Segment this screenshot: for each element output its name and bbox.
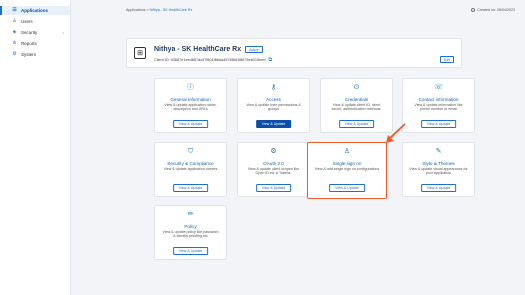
app-header-card: ⊞ Nithya - SK HealthCare Rx Active Clien…: [126, 38, 462, 68]
card-description: View & update application name, descript…: [164, 102, 217, 111]
pencil-icon: ✏: [187, 211, 194, 218]
topbar: Applications > Nithya - SK HealthCare Rx…: [71, 0, 525, 20]
card-description: View & update client ID, client secret, …: [331, 102, 382, 111]
card-general-information: ⓘ General information View & update appl…: [154, 78, 227, 133]
clock-icon: [471, 8, 476, 12]
card-oauth: ⚙ OAuth 2.0 View & update client scopes …: [237, 142, 310, 197]
copy-icon[interactable]: ⧉: [268, 57, 272, 63]
sso-users-icon: ♙: [343, 148, 351, 155]
brush-icon: ✎: [435, 148, 442, 155]
sidebar-item-reports[interactable]: ⋔ Reports: [0, 39, 70, 48]
sidebar-item-label: Reports: [21, 41, 37, 46]
key-icon: ⚷: [270, 84, 277, 91]
card-description: View & update visual appearance for your…: [409, 166, 468, 175]
card-description: View & update policy like password & ide…: [162, 229, 219, 238]
edit-button[interactable]: Edit: [440, 56, 454, 63]
card-title: Credentials: [344, 97, 369, 102]
breadcrumb-root[interactable]: Applications: [126, 8, 145, 12]
card-title: Style & Themes: [422, 161, 455, 166]
card-title: Single sign on: [332, 161, 362, 166]
sidebar-item-system[interactable]: ⚙ System: [0, 50, 70, 59]
gear-icon: ⚙: [12, 51, 17, 57]
sidebar-item-applications[interactable]: ☰ Applications: [0, 6, 70, 15]
main-content: Applications > Nithya - SK HealthCare Rx…: [71, 0, 525, 295]
annotation-arrow-icon: [386, 123, 406, 143]
contact-icon: ☏: [434, 84, 443, 91]
status-badge: Active: [245, 46, 263, 53]
oauth-gear-icon: ⚙: [270, 148, 277, 155]
view-update-button[interactable]: View & Update: [338, 120, 375, 128]
card-access: ⚷ Access View & update user permissions …: [237, 78, 310, 133]
info-icon: ⓘ: [187, 84, 194, 91]
sidebar-item-label: System: [21, 52, 37, 57]
app-grid-icon: ⊞: [134, 47, 146, 59]
list-icon: ☰: [12, 7, 17, 13]
app-title-text: Nithya - SK HealthCare Rx: [154, 46, 242, 53]
view-update-button[interactable]: View & Update: [255, 184, 292, 192]
breadcrumb-separator: >: [146, 8, 149, 12]
sidebar-item-label: Users: [21, 19, 33, 24]
card-title: Contact information: [418, 97, 459, 102]
client-id: Client ID: 54687e1eed857dc57f801f8b6a457…: [154, 57, 272, 63]
card-style-themes: ✎ Style & Themes View & update visual ap…: [402, 142, 475, 197]
chart-icon: ⋔: [12, 40, 17, 46]
sidebar-item-label: Applications: [21, 8, 49, 13]
created-text: Created on: 28/04/2023: [477, 8, 515, 12]
card-security-compliance: ⛉ Security & Compliance View & update ap…: [154, 142, 227, 197]
card-title: Access: [266, 97, 281, 102]
view-update-button[interactable]: View & Update: [172, 184, 209, 192]
view-update-button[interactable]: View & Update: [420, 184, 457, 192]
view-update-button[interactable]: View & Update: [172, 120, 209, 128]
card-description: View & update information like phone num…: [414, 102, 463, 111]
sidebar-item-users[interactable]: ♙ Users: [0, 17, 70, 26]
view-update-button[interactable]: View & Update: [420, 120, 457, 128]
card-credentials: ⊙ Credentials View & update client ID, c…: [320, 78, 393, 133]
breadcrumb: Applications > Nithya - SK HealthCare Rx: [126, 8, 192, 12]
shield-icon: ◈: [12, 29, 17, 35]
shield-check-icon: ⛉: [187, 148, 194, 155]
user-icon: ♙: [12, 18, 17, 24]
card-description: View & update application owners: [163, 166, 218, 171]
card-single-sign-on: ♙ Single sign on View & add single sign …: [307, 142, 387, 199]
breadcrumb-current[interactable]: Nithya - SK HealthCare Rx: [150, 8, 193, 12]
card-title: Security & Compliance: [167, 161, 214, 166]
card-description: View & update user permissions & groups: [246, 102, 301, 111]
card-contact-information: ☏ Contact information View & update info…: [402, 78, 475, 133]
sidebar-item-security[interactable]: ◈ Security ›: [0, 28, 70, 37]
created-date: Created on: 28/04/2023: [471, 8, 515, 12]
card-description: View & update client scopes like Open ID…: [247, 166, 300, 175]
lock-icon: ⊙: [353, 84, 360, 91]
view-update-button[interactable]: View & Update: [172, 247, 209, 255]
view-update-button[interactable]: View & Update: [255, 120, 292, 128]
card-policy: ✏ Policy View & update policy like passw…: [154, 205, 227, 260]
card-title: OAuth 2.0: [263, 161, 284, 166]
page-title: Nithya - SK HealthCare Rx Active: [154, 46, 263, 53]
view-update-button[interactable]: View & Update: [329, 184, 365, 192]
card-title: Policy: [184, 224, 197, 229]
card-description: View & add single sign on configurations: [314, 166, 380, 171]
card-title: General information: [170, 97, 211, 102]
sidebar: ☰ Applications ♙ Users ◈ Security › ⋔ Re…: [0, 0, 71, 295]
chevron-right-icon: ›: [62, 30, 64, 35]
sidebar-item-label: Security: [21, 30, 38, 35]
client-id-text: Client ID: 54687e1eed857dc57f801f8b6a457…: [154, 58, 266, 62]
